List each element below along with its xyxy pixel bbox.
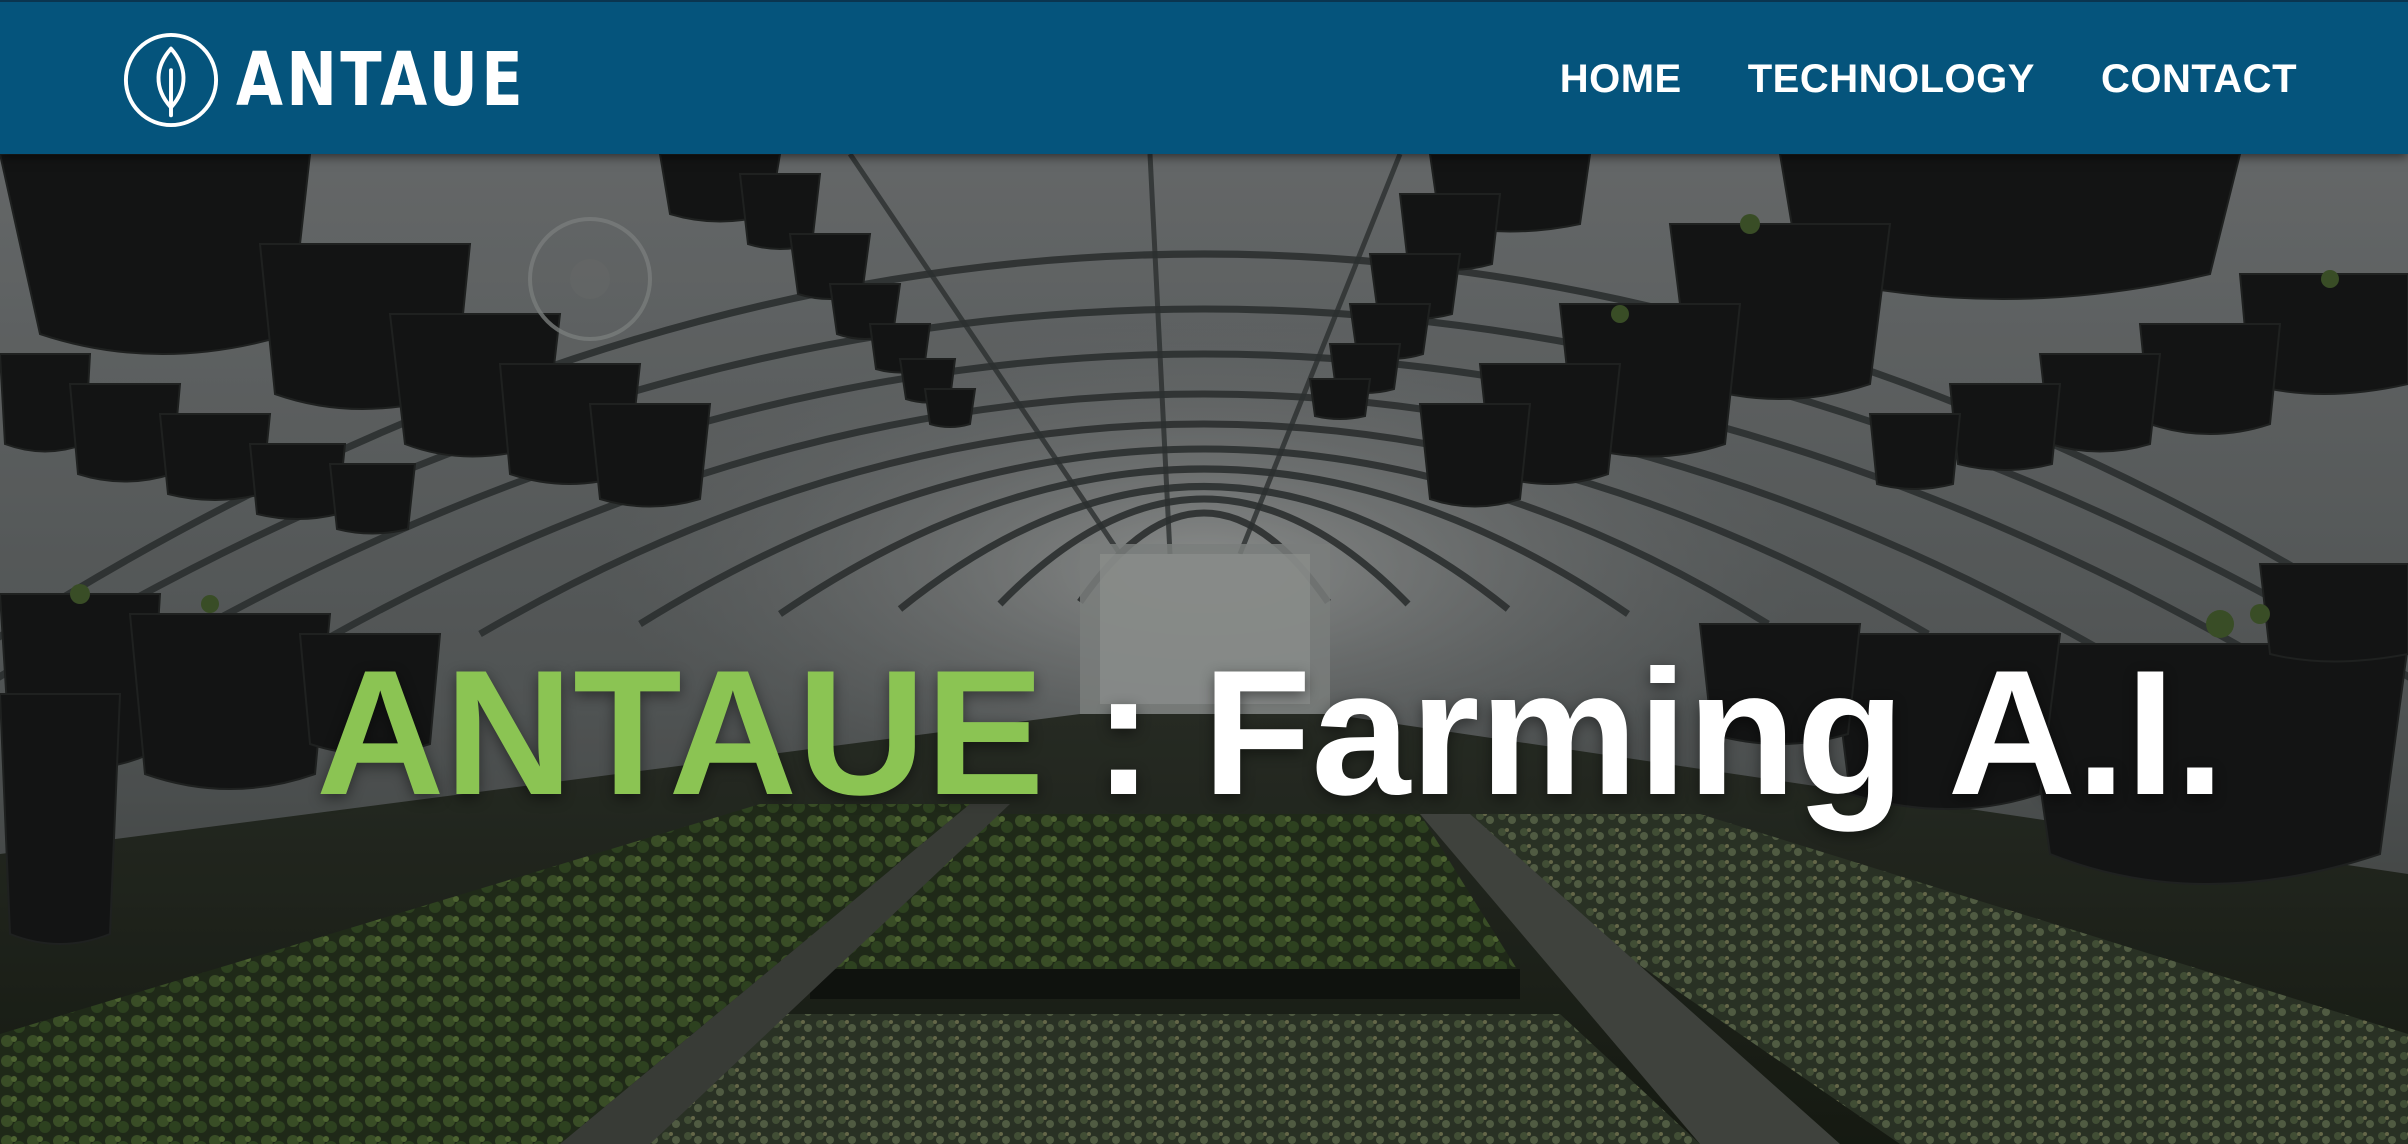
hero-title-brand: ANTAUE — [316, 633, 1045, 832]
nav-home[interactable]: HOME — [1560, 57, 1682, 102]
leaf-icon — [123, 32, 219, 128]
logo-link[interactable]: ANTAUE — [122, 28, 590, 132]
site-header: ANTAUE HOME TECHNOLOGY CONTACT — [0, 0, 2408, 154]
main-nav: HOME TECHNOLOGY CONTACT — [1560, 2, 2297, 156]
hero-section: ANTAUE : Farming A.I. — [0, 154, 2408, 1144]
nav-technology[interactable]: TECHNOLOGY — [1748, 57, 2035, 102]
hero-title-tagline: : Farming A.I. — [1044, 633, 2225, 832]
hero-title: ANTAUE : Farming A.I. — [316, 644, 2225, 822]
page: ANTAUE HOME TECHNOLOGY CONTACT ANTAUE: … — [0, 0, 2408, 1144]
nav-contact[interactable]: CONTACT — [2101, 57, 2297, 102]
logo-text: ANTAUE — [236, 37, 526, 123]
